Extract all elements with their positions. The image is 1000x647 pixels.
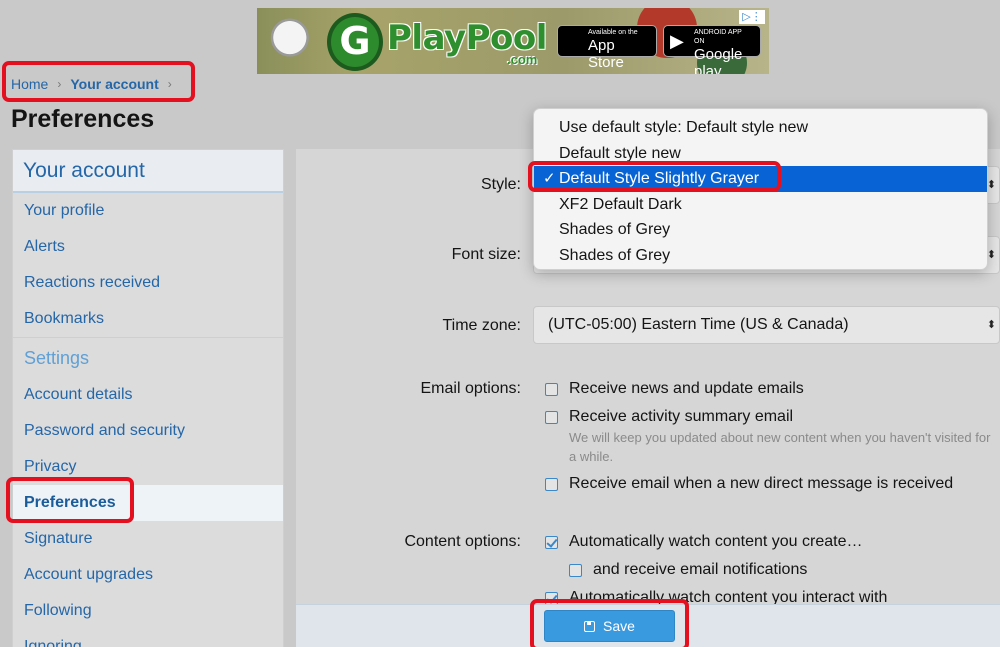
google-play-button[interactable]: ▶ ANDROID APP ON Google play — [663, 25, 761, 74]
breadcrumb: Home › Your account › — [11, 76, 181, 92]
save-button-label: Save — [603, 618, 635, 634]
content-option-email-notifications[interactable]: and receive email notifications — [533, 561, 1000, 579]
content-option-label: Automatically watch content you create… — [569, 533, 863, 550]
checkbox[interactable] — [569, 564, 582, 577]
sidebar-item-account-details[interactable]: Account details — [13, 377, 283, 413]
checkbox-checked[interactable] — [545, 536, 558, 549]
checkbox[interactable] — [545, 383, 558, 396]
style-option[interactable]: Shades of Grey — [534, 217, 987, 243]
style-option[interactable]: XF2 Default Dark — [534, 192, 987, 218]
save-disk-icon — [584, 621, 596, 632]
sidebar-item-your-profile[interactable]: Your profile — [13, 193, 283, 229]
font-size-label: Font size: — [451, 246, 521, 263]
sidebar-item-bookmarks[interactable]: Bookmarks — [13, 301, 283, 337]
email-option-news[interactable]: Receive news and update emails — [533, 380, 1000, 398]
style-option[interactable]: Shades of Grey — [534, 243, 987, 269]
email-option-activity-summary[interactable]: Receive activity summary email We will k… — [533, 408, 1000, 466]
sidebar-item-reactions-received[interactable]: Reactions received — [13, 265, 283, 301]
timezone-value: (UTC-05:00) Eastern Time (US & Canada) — [548, 316, 849, 333]
select-arrows-icon: ⬍ — [986, 249, 996, 261]
sidebar-item-privacy[interactable]: Privacy — [13, 449, 283, 485]
chevron-right-icon: › — [57, 77, 62, 91]
style-option[interactable]: ✓ Default Style Slightly Grayer — [534, 166, 987, 192]
style-option-label: Use default style: Default style new — [559, 119, 809, 136]
style-option-label: Shades of Grey — [559, 221, 671, 238]
email-option-label: Receive activity summary email — [569, 408, 794, 425]
sidebar-item-preferences[interactable]: Preferences — [13, 485, 283, 521]
sidebar-item-signature[interactable]: Signature — [13, 521, 283, 557]
playpool-logo: G — [327, 13, 383, 71]
style-option-label: XF2 Default Dark — [559, 195, 682, 213]
play-triangle-icon: ▶ — [670, 31, 684, 51]
save-button[interactable]: Save — [544, 610, 675, 642]
style-option-label: Default style new — [559, 144, 681, 162]
email-option-hint: We will keep you updated about new conte… — [569, 430, 991, 464]
timezone-label: Time zone: — [442, 317, 521, 334]
email-options-group: Receive news and update emails Receive a… — [533, 380, 1000, 493]
sidebar-item-password-and-security[interactable]: Password and security — [13, 413, 283, 449]
content-option-label: and receive email notifications — [593, 561, 808, 578]
checkbox[interactable] — [545, 478, 558, 491]
content-options-label: Content options: — [404, 533, 521, 550]
breadcrumb-home[interactable]: Home — [11, 76, 48, 92]
google-play-label: Google play — [694, 46, 743, 74]
email-option-label: Receive news and update emails — [569, 380, 804, 397]
email-option-label: Receive email when a new direct message … — [569, 475, 954, 492]
style-dropdown-menu: Use default style: Default style new Defa… — [533, 108, 988, 270]
sidebar-item-following[interactable]: Following — [13, 593, 283, 629]
pointing-hand-icon — [269, 16, 321, 64]
style-option-label: Default Style Slightly Grayer — [559, 170, 760, 187]
style-option[interactable]: Default style new — [534, 141, 987, 167]
app-store-button[interactable]: Available on the App Store — [557, 25, 657, 71]
sidebar-item-alerts[interactable]: Alerts — [13, 229, 283, 265]
page-title: Preferences — [11, 105, 155, 133]
google-play-small-label: ANDROID APP ON — [694, 29, 742, 45]
ad-choices-icon[interactable]: ▷⋮ — [739, 10, 765, 24]
breadcrumb-your-account[interactable]: Your account — [70, 76, 158, 92]
checkmark-icon: ✓ — [543, 170, 556, 187]
chevron-right-icon: › — [167, 77, 172, 91]
sidebar-item-account-upgrades[interactable]: Account upgrades — [13, 557, 283, 593]
style-label: Style: — [480, 176, 521, 193]
select-arrows-icon: ⬍ — [986, 319, 996, 331]
sidebar-group-settings: Settings — [13, 337, 283, 377]
select-arrows-icon: ⬍ — [986, 179, 996, 191]
style-option[interactable]: Use default style: Default style new — [534, 115, 987, 141]
account-sidebar: Your account Your profile Alerts Reactions… — [12, 149, 284, 647]
sidebar-header[interactable]: Your account — [13, 150, 283, 193]
content-options-group: Automatically watch content you create… … — [533, 533, 1000, 607]
app-store-small-label: Available on the — [588, 29, 638, 36]
email-options-label: Email options: — [420, 380, 522, 397]
sidebar-item-ignoring[interactable]: Ignoring — [13, 629, 283, 647]
email-option-direct-message[interactable]: Receive email when a new direct message … — [533, 475, 1000, 493]
checkbox[interactable] — [545, 411, 558, 424]
content-option-watch-created[interactable]: Automatically watch content you create… — [533, 533, 1000, 551]
timezone-select[interactable]: (UTC-05:00) Eastern Time (US & Canada) ⬍ — [533, 306, 1000, 344]
ad-brand-domain: .com — [507, 52, 538, 67]
app-store-label: App Store — [588, 37, 624, 71]
ad-banner[interactable]: G PlayPool .com Available on the App Sto… — [257, 8, 769, 74]
style-option-label: Shades of Grey — [559, 246, 671, 264]
